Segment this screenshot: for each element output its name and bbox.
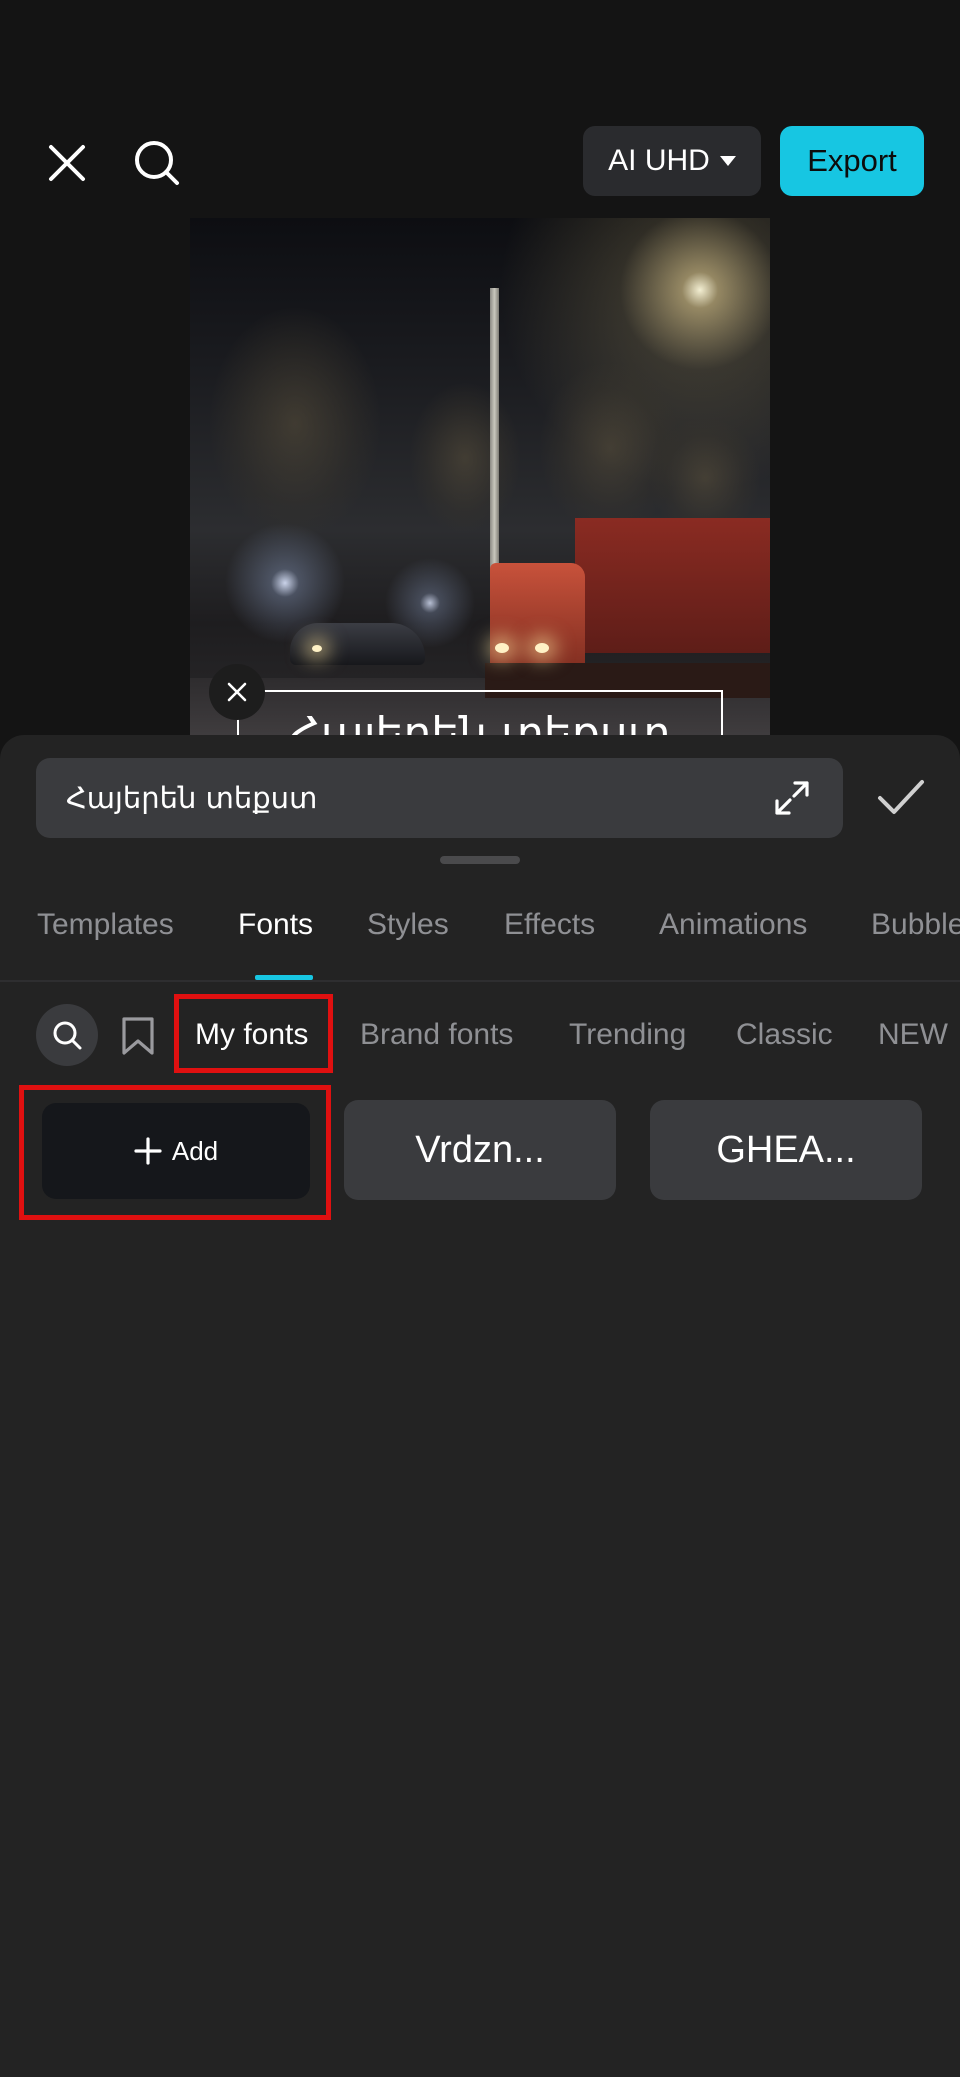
tab-templates[interactable]: Templates	[37, 908, 174, 942]
caption-delete-button[interactable]	[209, 664, 265, 720]
bookmark-icon	[122, 1017, 154, 1055]
headlight	[495, 643, 509, 653]
confirm-button[interactable]	[876, 776, 926, 820]
truck-box	[575, 518, 770, 653]
expand-icon	[775, 781, 809, 815]
export-button[interactable]: Export	[780, 126, 924, 196]
category-brand-fonts[interactable]: Brand fonts	[360, 1018, 513, 1052]
close-button[interactable]	[36, 132, 98, 194]
close-icon	[49, 145, 85, 181]
category-trending[interactable]: Trending	[569, 1018, 686, 1052]
search-icon	[135, 141, 179, 185]
caret-down-icon	[719, 156, 736, 166]
tree-left	[210, 308, 380, 538]
font-search-button[interactable]	[36, 1004, 98, 1066]
tab-animations[interactable]: Animations	[659, 908, 807, 942]
highlight-box-my-fonts	[174, 994, 333, 1073]
search-icon	[53, 1021, 82, 1050]
drag-handle[interactable]	[440, 856, 520, 864]
text-input-value: Հայերեն տեքստ	[66, 781, 318, 815]
check-icon	[878, 780, 924, 814]
headlight	[535, 643, 549, 653]
quality-dropdown[interactable]: AI UHD	[583, 126, 761, 196]
expand-button[interactable]	[772, 778, 812, 818]
font-tile-label: Vrdzn...	[415, 1128, 545, 1171]
category-classic[interactable]: Classic	[736, 1018, 833, 1052]
tab-divider	[0, 980, 960, 982]
tab-styles[interactable]: Styles	[367, 908, 449, 942]
video-preview[interactable]	[190, 218, 770, 738]
delete-icon	[227, 682, 247, 702]
export-label: Export	[807, 143, 897, 178]
font-tile-ghea[interactable]: GHEA...	[650, 1100, 922, 1200]
tab-effects[interactable]: Effects	[504, 908, 595, 942]
tree-mid	[410, 383, 520, 533]
truck-cab	[490, 563, 585, 673]
text-input[interactable]: Հայերեն տեքստ	[36, 758, 843, 838]
headlight	[312, 645, 322, 652]
tab-bubble[interactable]: Bubble	[871, 908, 960, 942]
car	[290, 623, 425, 665]
font-tile-vrdzn[interactable]: Vrdzn...	[344, 1100, 616, 1200]
tab-fonts[interactable]: Fonts	[238, 908, 313, 942]
quality-label: AI UHD	[608, 144, 710, 177]
bookmark-button[interactable]	[120, 1016, 156, 1056]
category-new[interactable]: NEW	[878, 1018, 948, 1052]
highlight-box-add	[19, 1085, 331, 1220]
search-button[interactable]	[124, 130, 190, 196]
font-tile-label: GHEA...	[716, 1128, 856, 1171]
